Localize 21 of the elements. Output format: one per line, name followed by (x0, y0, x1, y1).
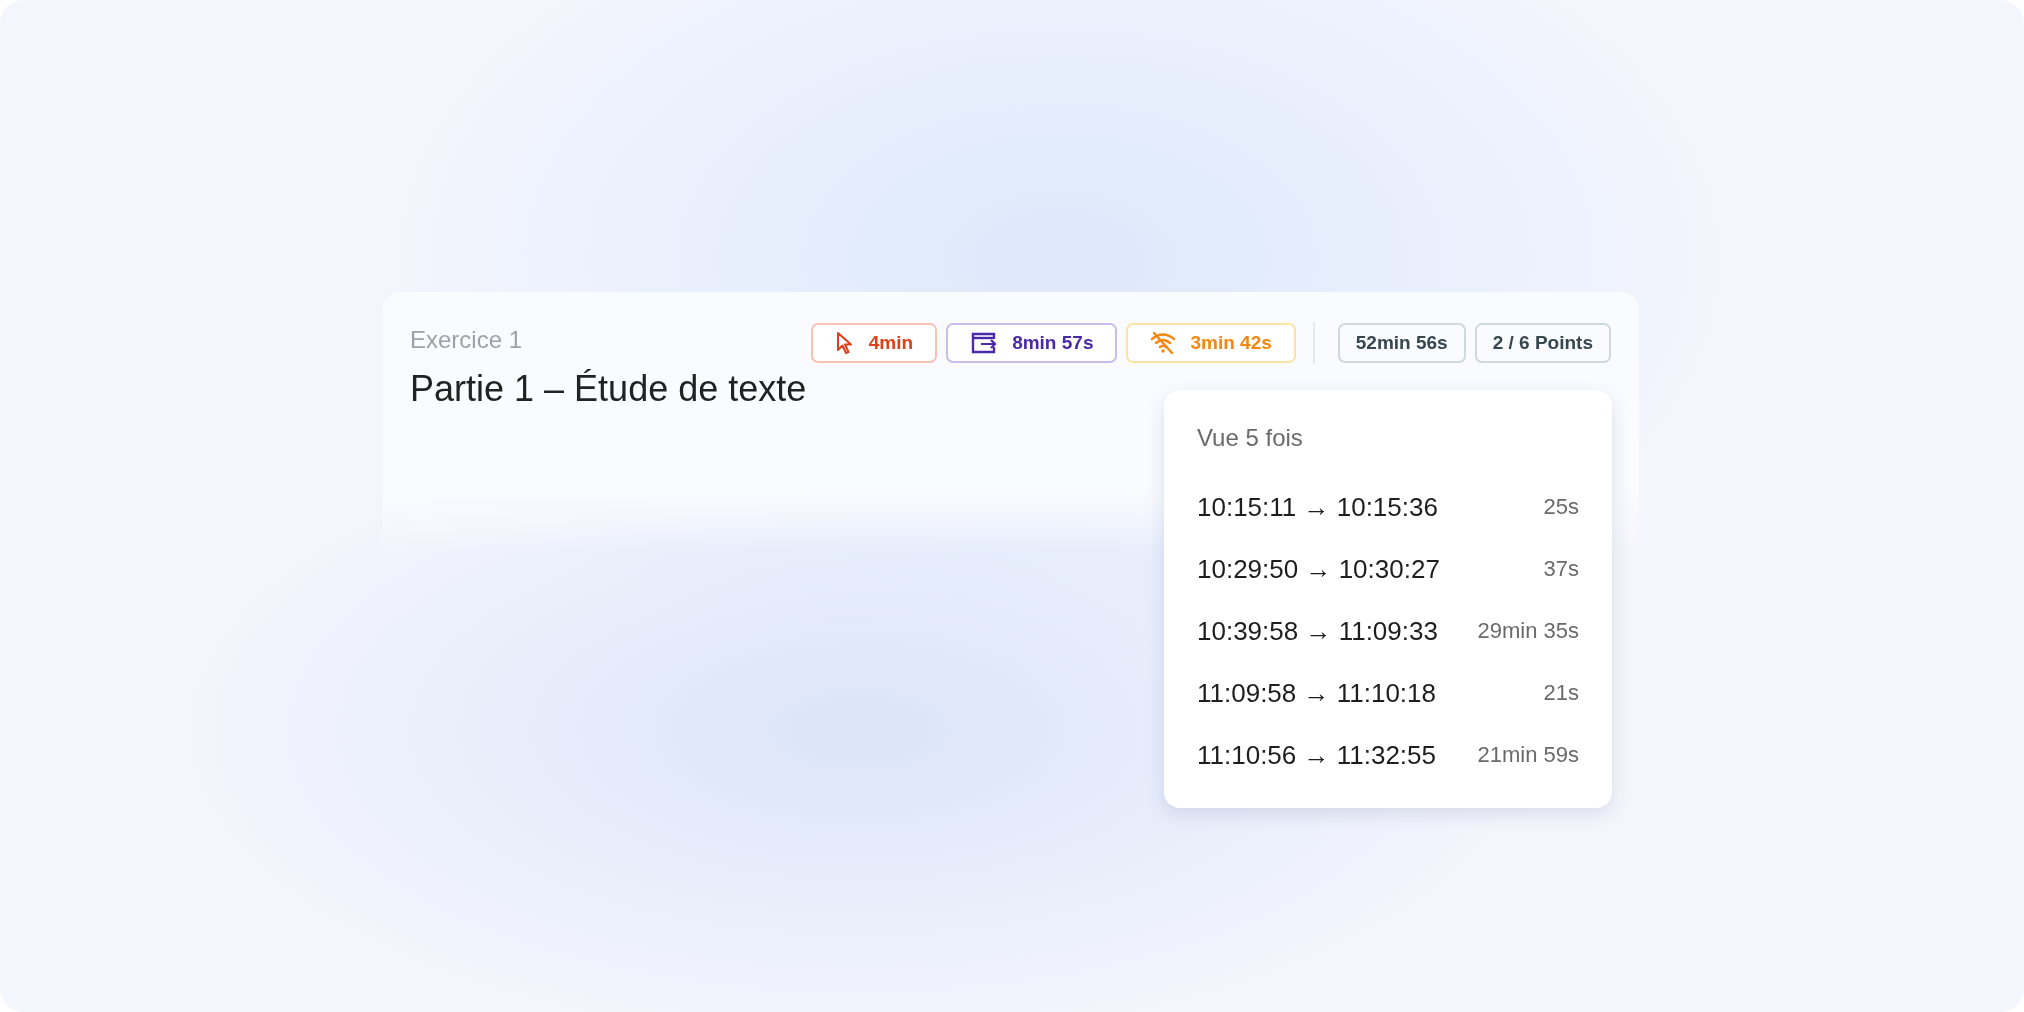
cursor-icon (834, 331, 855, 355)
time-range: 10:39:58 → 11:09:33 (1197, 615, 1438, 647)
duration: 25s (1543, 494, 1579, 520)
time-badge: 8min 57s (946, 323, 1118, 363)
wifi-off-icon (1150, 331, 1177, 355)
time-range: 10:15:11 → 10:15:36 (1197, 491, 1438, 523)
duration: 37s (1543, 556, 1579, 582)
time-range: 11:09:58 → 11:10:18 (1197, 677, 1436, 709)
exercise-label: Exercice 1 (410, 326, 524, 354)
time-range: 11:10:56 → 11:32:55 (1197, 739, 1436, 771)
time-badge: 4min (810, 323, 938, 363)
duration: 21min 59s (1477, 742, 1579, 768)
stat-badge: 2 / 6 Points (1474, 323, 1611, 363)
stat-badge: 52min 56s (1337, 323, 1466, 363)
time-badge: 3min 42s (1126, 323, 1296, 363)
exit-icon (970, 331, 999, 355)
duration: 29min 35s (1477, 618, 1579, 644)
section-title: Partie 1 – Étude de texte (410, 368, 807, 410)
time-range: 10:29:50 → 10:30:27 (1197, 553, 1440, 585)
popover-title: Vue 5 fois (1197, 424, 1304, 452)
duration: 21s (1543, 680, 1579, 706)
